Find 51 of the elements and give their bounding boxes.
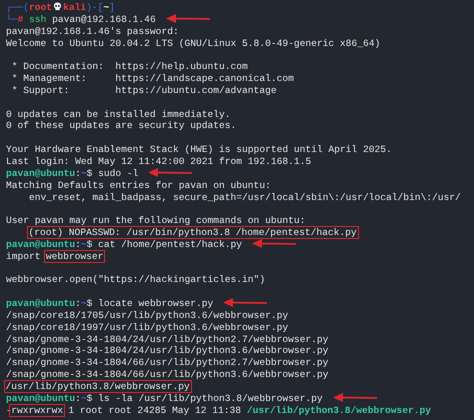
terminal-text: pavan@192.168.1.46's password:	[6, 26, 179, 37]
terminal-text: $ locate webbrowser.py	[86, 298, 214, 310]
terminal-text: kali	[63, 2, 86, 13]
terminal-text: pavan@ubuntu	[6, 168, 76, 179]
terminal-text: /snap/gnome-3-34-1804/24/usr/lib/python2.7/webbrowser.py	[6, 334, 328, 345]
terminal-text: import	[6, 250, 42, 262]
terminal-text: 0 of these updates are security updates.	[6, 120, 236, 132]
terminal-text: ┌──(	[6, 2, 30, 13]
terminal-text: /snap/gnome-3-34-1804/66/usr/lib/python3.6/webbrowser.py	[6, 369, 328, 380]
terminal-text: /snap/gnome-3-34-1804/66/usr/lib/python2.7/webbrowser.py	[6, 357, 328, 368]
terminal-text: ~	[103, 2, 110, 13]
terminal-text: #	[18, 14, 24, 25]
terminal-text: pavan@ubuntu	[6, 238, 76, 250]
terminal-text: /snap/core18/1997/usr/lib/python3.6/webbrowser.py	[6, 322, 288, 333]
terminal-text: /snap/core18/1705/usr/lib/python3.6/webbrowser.py	[6, 310, 288, 321]
terminal-text: $ sudo -l	[86, 168, 138, 179]
terminal-text: $ cat /home/pentest/hack.py	[86, 238, 242, 250]
highlighted-text: /usr/lib/python3.8/webbrowser.py	[4, 380, 192, 393]
terminal-text: :	[75, 238, 81, 250]
terminal-text: ]	[109, 2, 115, 13]
highlighted-text: (root) NOPASSWD: /usr/bin/python3.8 /home/pentest/hack.py	[26, 226, 359, 240]
terminal-text: /snap/gnome-3-34-1804/24/usr/lib/python3.6/webbrowser.py	[6, 345, 328, 356]
terminal-text: $ ls -la /usr/lib/python3.8/webbrowser.py	[86, 392, 323, 404]
terminal-text: * Management: https://landscape.canonical.com	[10, 73, 294, 84]
terminal-text: /usr/lib/python3.8/webbrowser.py	[246, 404, 432, 416]
terminal-text: root	[29, 2, 52, 13]
terminal-text: pavan@ubuntu	[6, 298, 76, 310]
terminal-text: ~	[80, 392, 87, 404]
terminal-text: pavan@192.168.1.46	[51, 14, 156, 25]
terminal-text: webbrowser.open("https://hackingarticles.in")	[6, 274, 266, 286]
terminal-text: Welcome to Ubuntu 20.04.2 LTS (GNU/Linux 5.8.0-49-generic x86_64)	[6, 38, 380, 49]
terminal-text: :	[75, 168, 81, 179]
highlighted-text: webbrowser	[44, 250, 106, 263]
terminal-text: Last login: Wed May 12 11:42:00 2021 from 192.168.1.5	[6, 156, 312, 167]
terminal-text: * Support: https://ubuntu.com/advantage	[10, 84, 277, 96]
terminal-text: env_reset, mail_badpass, secure_path=/usr/local/sbin\:/usr/local/bin\:/usr/	[28, 192, 461, 202]
terminal-text: User pavan may run the following commands on ubuntu:	[6, 215, 306, 226]
terminal-text: :	[75, 392, 81, 404]
terminal-text: :	[75, 298, 81, 310]
terminal-text: ~	[80, 168, 87, 179]
terminal-text: * Documentation: https://help.ubuntu.com	[10, 61, 248, 72]
terminal-text: 0 updates can be installed immediately.	[6, 108, 231, 120]
terminal-text: ~	[80, 238, 87, 250]
terminal-text: 1 root root 24285 May 12 11:38	[67, 404, 242, 416]
terminal-text: Matching Defaults entries for pavan on ubuntu:	[6, 180, 271, 191]
terminal-text: pavan@ubuntu	[6, 392, 76, 404]
terminal-text: Your Hardware Enablement Stack (HWE) is supported until April 2025.	[6, 144, 392, 156]
terminal-text: )-[	[86, 2, 104, 13]
terminal-text: └─	[6, 14, 18, 25]
terminal-text: ssh	[29, 14, 46, 25]
terminal-text: ~	[80, 298, 87, 310]
